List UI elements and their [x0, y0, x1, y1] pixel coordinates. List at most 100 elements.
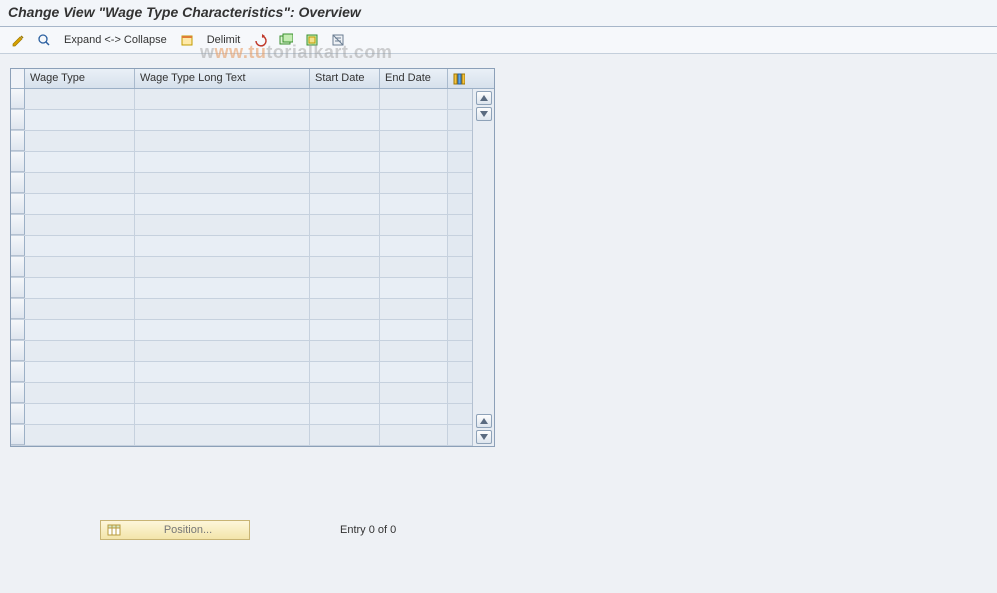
cell-start-date[interactable]: [310, 299, 380, 319]
row-selector[interactable]: [11, 152, 25, 172]
cell-end-date[interactable]: [380, 215, 448, 235]
cell-wage-type[interactable]: [25, 362, 135, 382]
cell-end-date[interactable]: [380, 89, 448, 109]
cell-wage-type-long-text[interactable]: [135, 383, 310, 403]
cell-start-date[interactable]: [310, 215, 380, 235]
delimit-button[interactable]: Delimit: [203, 34, 245, 46]
change-icon[interactable]: [8, 31, 28, 49]
expand-collapse-button[interactable]: Expand <-> Collapse: [60, 34, 171, 46]
cell-wage-type[interactable]: [25, 425, 135, 445]
position-button[interactable]: Position...: [100, 520, 250, 540]
cell-start-date[interactable]: [310, 110, 380, 130]
cell-wage-type-long-text[interactable]: [135, 341, 310, 361]
col-header-end-date[interactable]: End Date: [380, 69, 448, 88]
row-selector[interactable]: [11, 110, 25, 130]
cell-end-date[interactable]: [380, 173, 448, 193]
cell-end-date[interactable]: [380, 383, 448, 403]
row-selector[interactable]: [11, 215, 25, 235]
cell-start-date[interactable]: [310, 425, 380, 445]
cell-wage-type[interactable]: [25, 89, 135, 109]
cell-start-date[interactable]: [310, 320, 380, 340]
cell-wage-type[interactable]: [25, 215, 135, 235]
undo-icon[interactable]: [250, 31, 270, 49]
cell-wage-type[interactable]: [25, 194, 135, 214]
cell-wage-type-long-text[interactable]: [135, 236, 310, 256]
scroll-up-bottom-icon[interactable]: [476, 414, 492, 428]
row-selector[interactable]: [11, 383, 25, 403]
cell-wage-type-long-text[interactable]: [135, 257, 310, 277]
cell-start-date[interactable]: [310, 278, 380, 298]
cell-wage-type[interactable]: [25, 236, 135, 256]
cell-wage-type-long-text[interactable]: [135, 425, 310, 445]
cell-wage-type-long-text[interactable]: [135, 215, 310, 235]
cell-end-date[interactable]: [380, 425, 448, 445]
row-selector[interactable]: [11, 89, 25, 109]
cell-wage-type-long-text[interactable]: [135, 362, 310, 382]
cell-wage-type[interactable]: [25, 257, 135, 277]
cell-end-date[interactable]: [380, 152, 448, 172]
row-selector[interactable]: [11, 404, 25, 424]
cell-end-date[interactable]: [380, 236, 448, 256]
col-header-start-date[interactable]: Start Date: [310, 69, 380, 88]
cell-start-date[interactable]: [310, 236, 380, 256]
cell-wage-type-long-text[interactable]: [135, 299, 310, 319]
cell-end-date[interactable]: [380, 257, 448, 277]
row-selector[interactable]: [11, 257, 25, 277]
cell-wage-type[interactable]: [25, 110, 135, 130]
cell-start-date[interactable]: [310, 257, 380, 277]
cell-wage-type-long-text[interactable]: [135, 152, 310, 172]
cell-start-date[interactable]: [310, 341, 380, 361]
row-selector[interactable]: [11, 362, 25, 382]
details-icon[interactable]: [34, 31, 54, 49]
cell-wage-type-long-text[interactable]: [135, 320, 310, 340]
cell-wage-type[interactable]: [25, 299, 135, 319]
cell-end-date[interactable]: [380, 131, 448, 151]
col-header-wage-type[interactable]: Wage Type: [25, 69, 135, 88]
cell-wage-type-long-text[interactable]: [135, 278, 310, 298]
cell-end-date[interactable]: [380, 341, 448, 361]
cell-wage-type[interactable]: [25, 173, 135, 193]
row-selector[interactable]: [11, 173, 25, 193]
cell-end-date[interactable]: [380, 362, 448, 382]
scroll-down-icon[interactable]: [476, 107, 492, 121]
cell-wage-type[interactable]: [25, 320, 135, 340]
cell-wage-type[interactable]: [25, 383, 135, 403]
cell-wage-type[interactable]: [25, 404, 135, 424]
row-selector[interactable]: [11, 131, 25, 151]
cell-wage-type-long-text[interactable]: [135, 404, 310, 424]
cell-wage-type[interactable]: [25, 341, 135, 361]
cell-start-date[interactable]: [310, 362, 380, 382]
cell-start-date[interactable]: [310, 152, 380, 172]
cell-start-date[interactable]: [310, 383, 380, 403]
row-selector[interactable]: [11, 278, 25, 298]
cell-start-date[interactable]: [310, 194, 380, 214]
row-selector[interactable]: [11, 425, 25, 445]
cell-start-date[interactable]: [310, 404, 380, 424]
cell-start-date[interactable]: [310, 89, 380, 109]
cell-wage-type-long-text[interactable]: [135, 173, 310, 193]
select-all-icon[interactable]: [276, 31, 296, 49]
cell-end-date[interactable]: [380, 194, 448, 214]
deselect-all-icon[interactable]: [328, 31, 348, 49]
cell-start-date[interactable]: [310, 131, 380, 151]
vertical-scrollbar[interactable]: [472, 89, 494, 446]
cell-end-date[interactable]: [380, 299, 448, 319]
cell-wage-type[interactable]: [25, 152, 135, 172]
cell-end-date[interactable]: [380, 110, 448, 130]
row-selector[interactable]: [11, 320, 25, 340]
scroll-down-bottom-icon[interactable]: [476, 430, 492, 444]
cell-end-date[interactable]: [380, 278, 448, 298]
scroll-up-icon[interactable]: [476, 91, 492, 105]
cell-wage-type-long-text[interactable]: [135, 194, 310, 214]
cell-wage-type[interactable]: [25, 131, 135, 151]
select-block-icon[interactable]: [302, 31, 322, 49]
cell-wage-type-long-text[interactable]: [135, 131, 310, 151]
col-header-wage-type-long-text[interactable]: Wage Type Long Text: [135, 69, 310, 88]
cell-wage-type-long-text[interactable]: [135, 89, 310, 109]
cell-end-date[interactable]: [380, 320, 448, 340]
row-selector[interactable]: [11, 194, 25, 214]
cell-wage-type[interactable]: [25, 278, 135, 298]
row-selector[interactable]: [11, 236, 25, 256]
cell-start-date[interactable]: [310, 173, 380, 193]
cell-wage-type-long-text[interactable]: [135, 110, 310, 130]
